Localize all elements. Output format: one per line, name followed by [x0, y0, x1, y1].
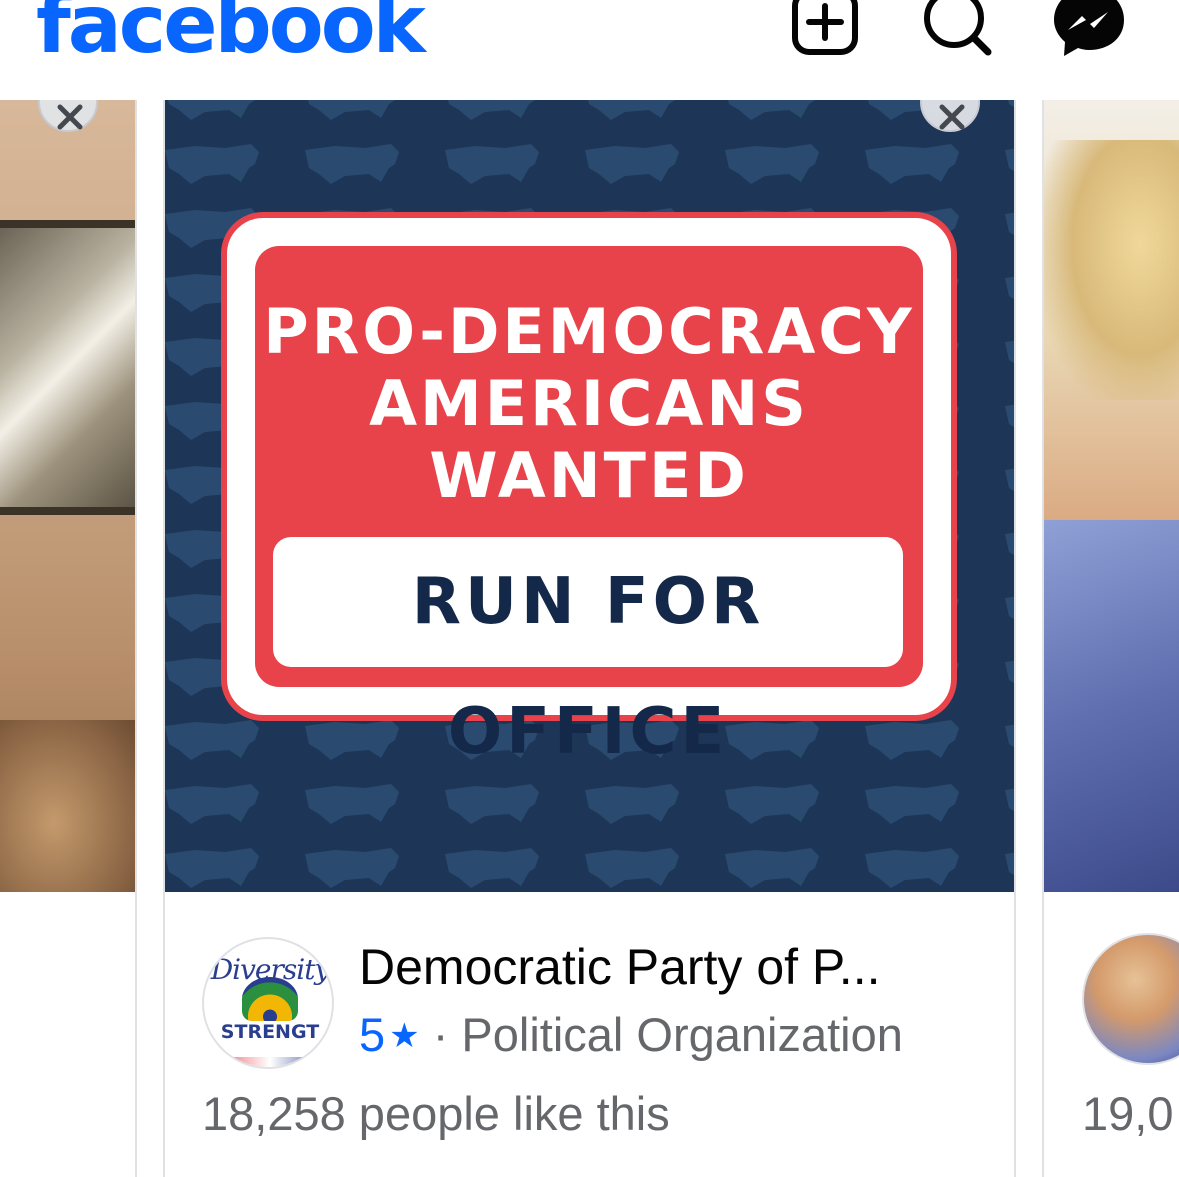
meta-separator: · — [432, 1008, 449, 1061]
couch — [0, 720, 135, 892]
page-meta: 5 ★ · Political Organization — [359, 1007, 903, 1062]
ad-cta-text: RUN FOR OFFICE — [411, 565, 765, 769]
page-category: Political Organization — [461, 1008, 903, 1061]
rating-value: 5 — [359, 1008, 386, 1061]
add-icon[interactable] — [791, 0, 859, 60]
carousel-card-next[interactable]: 19,0 — [1042, 100, 1179, 1177]
ad-image[interactable]: PRO-DEMOCRACY AMERICANS WANTED RUN FOR O… — [165, 100, 1014, 892]
suit — [1044, 520, 1179, 892]
search-icon[interactable] — [920, 0, 994, 60]
facebook-logo[interactable]: facebook — [36, 0, 426, 71]
cta-box: RUN FOR OFFICE — [273, 537, 903, 769]
previous-ad-image — [0, 100, 135, 892]
top-header: facebook — [0, 0, 1179, 100]
wall-picture — [0, 220, 135, 515]
peacock-icon — [242, 977, 298, 1021]
page-avatar[interactable] — [1082, 933, 1179, 1065]
star-icon: ★ — [389, 1017, 420, 1055]
avatar-banner-text: STRENGT — [220, 1021, 320, 1043]
carousel-card-main[interactable]: PRO-DEMOCRACY AMERICANS WANTED RUN FOR O… — [163, 100, 1016, 1177]
messenger-icon[interactable] — [1052, 0, 1126, 60]
hair — [1044, 140, 1179, 400]
ad-headline: PRO-DEMOCRACY AMERICANS WANTED — [263, 295, 915, 512]
page-avatar[interactable]: Diversity STRENGT — [202, 937, 334, 1069]
carousel-card-previous[interactable] — [0, 100, 137, 1177]
next-ad-image — [1044, 100, 1179, 892]
likes-count: 18,258 people like this — [202, 1087, 670, 1140]
avatar-stripe — [204, 1057, 332, 1067]
likes-count: 19,0 — [1082, 1087, 1174, 1140]
page-name[interactable]: Democratic Party of P... — [359, 938, 880, 996]
sign-panel: PRO-DEMOCRACY AMERICANS WANTED RUN FOR O… — [255, 246, 923, 769]
